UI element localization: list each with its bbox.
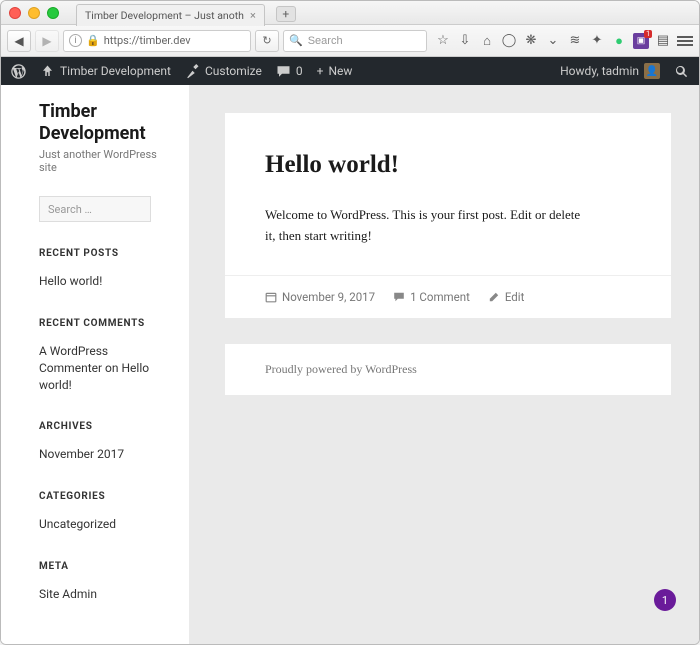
commenter-link[interactable]: A WordPress Commenter [39,344,108,375]
browser-tab[interactable]: Timber Development – Just anoth × [76,4,265,26]
window-titlebar: Timber Development – Just anoth × + [1,1,699,25]
archives-widget: ARCHIVES November 2017 [39,421,173,463]
recent-comments-widget: RECENT COMMENTS A WordPress Commenter on… [39,318,173,393]
addon-circle-icon[interactable]: ◯ [501,33,517,49]
site-name-button[interactable]: Timber Development [40,64,171,79]
post-edit-link[interactable]: Edit [488,290,524,304]
archive-link[interactable]: November 2017 [39,446,173,463]
download-icon[interactable]: ⇩ [457,33,473,49]
url-field[interactable]: i 🔒 https://timber.dev [63,30,251,52]
meta-link[interactable]: Site Admin [39,586,173,603]
post-meta-bar: November 9, 2017 1 Comment Edit [225,275,671,318]
comment-icon [276,64,291,79]
post-body: Welcome to WordPress. This is your first… [265,205,585,247]
wp-admin-bar: Timber Development Customize 0 + New How… [1,57,699,85]
widget-heading: RECENT POSTS [39,248,173,259]
wp-logo-button[interactable] [11,64,26,79]
addon-badge: 1 [644,30,652,38]
customize-button[interactable]: Customize [185,64,262,79]
widget-heading: META [39,561,173,572]
comments-button[interactable]: 0 [276,64,303,79]
tab-title: Timber Development – Just anoth [85,9,244,22]
maximize-window-button[interactable] [47,7,59,19]
addon-bolt-icon[interactable]: ≋ [567,33,583,49]
pocket-icon[interactable]: ⌄ [545,33,561,49]
post-title[interactable]: Hello world! [265,151,631,179]
lock-icon: 🔒 [86,34,100,47]
site-title[interactable]: Timber Development [39,101,173,144]
home-icon [40,64,55,79]
url-text: https://timber.dev [104,34,191,47]
post-card: Hello world! Welcome to WordPress. This … [225,113,671,275]
addon-purple-icon[interactable]: ▣1 [633,33,649,49]
brush-icon [185,64,200,79]
evernote-icon[interactable]: ❋ [523,33,539,49]
star-icon[interactable]: ☆ [435,33,451,49]
browser-search-field[interactable]: 🔍 [283,30,427,52]
menu-icon[interactable] [677,36,693,46]
page-content: Timber Development Just another WordPres… [1,85,699,644]
admin-search-button[interactable] [674,64,689,79]
recent-posts-widget: RECENT POSTS Hello world! [39,248,173,290]
home-icon[interactable]: ⌂ [479,33,495,49]
plus-icon: + [317,64,324,78]
addon-star-icon[interactable]: ✦ [589,33,605,49]
recent-post-link[interactable]: Hello world! [39,273,173,290]
widget-heading: ARCHIVES [39,421,173,432]
meta-widget: META Site Admin [39,561,173,603]
forward-button: ▶ [35,30,59,52]
close-tab-icon[interactable]: × [250,9,256,22]
addon-misc-icon[interactable]: ▤ [655,33,671,49]
post-date[interactable]: November 9, 2017 [265,290,375,304]
post-comments-link[interactable]: 1 Comment [393,290,470,304]
site-tagline: Just another WordPress site [39,148,173,174]
site-footer: Proudly powered by WordPress [225,344,671,395]
minimize-window-button[interactable] [28,7,40,19]
new-tab-button[interactable]: + [276,6,296,22]
categories-widget: CATEGORIES Uncategorized [39,491,173,533]
floating-badge[interactable]: 1 [654,589,676,611]
site-info-icon[interactable]: i [69,34,82,47]
close-window-button[interactable] [9,7,21,19]
widget-heading: CATEGORIES [39,491,173,502]
calendar-icon [265,291,277,303]
reload-button[interactable]: ↻ [255,30,279,52]
pencil-icon [488,291,500,303]
sidebar-search-input[interactable]: Search … [39,196,151,222]
main-column: Hello world! Welcome to WordPress. This … [189,85,699,644]
howdy-user[interactable]: Howdy, tadmin 👤 [560,63,660,79]
wordpress-icon [11,64,26,79]
footer-credit[interactable]: Proudly powered by WordPress [265,362,417,376]
category-link[interactable]: Uncategorized [39,516,173,533]
new-content-button[interactable]: + New [317,64,353,78]
back-button[interactable]: ◀ [7,30,31,52]
widget-heading: RECENT COMMENTS [39,318,173,329]
url-toolbar: ◀ ▶ i 🔒 https://timber.dev ↻ 🔍 ☆ ⇩ ⌂ ◯ ❋… [1,25,699,57]
search-icon [674,64,689,79]
site-sidebar: Timber Development Just another WordPres… [1,85,189,644]
recent-comment-item: A WordPress Commenter on Hello world! [39,343,173,393]
addon-green-icon[interactable]: ● [611,33,627,49]
browser-search-input[interactable] [308,35,421,47]
comments-icon [393,291,405,303]
avatar: 👤 [644,63,660,79]
search-icon: 🔍 [289,34,303,47]
